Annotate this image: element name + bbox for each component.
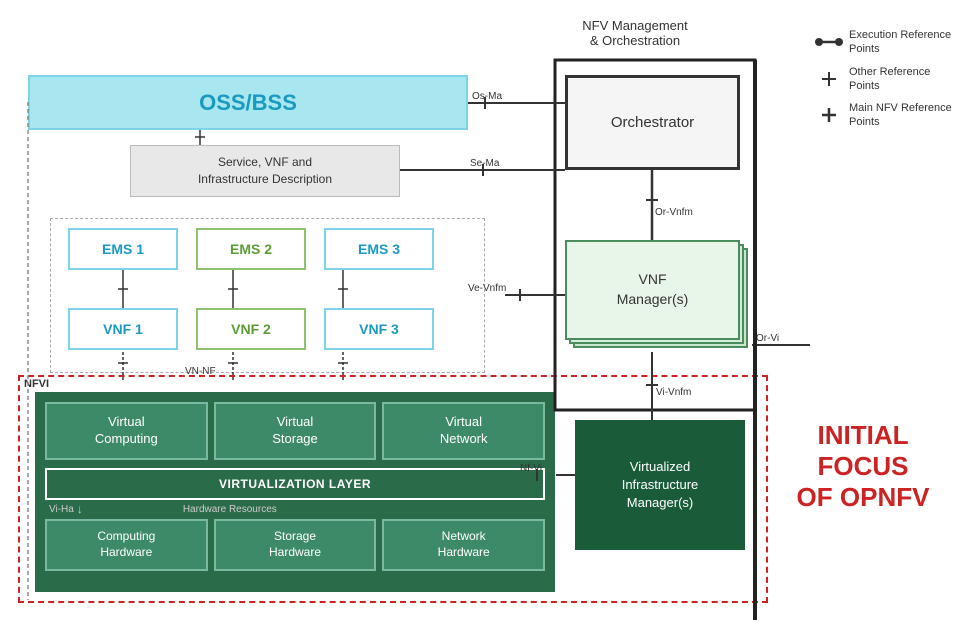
initial-focus-block: INITIAL FOCUS OF OPNFV (778, 420, 948, 514)
main-nfv-icon (815, 106, 843, 124)
virtual-row: Virtual Computing Virtual Storage Virtua… (45, 402, 545, 460)
nfvi-label: NFVI (24, 378, 49, 390)
nfvi-inner: Virtual Computing Virtual Storage Virtua… (35, 392, 555, 592)
svg-text:Se-Ma: Se-Ma (470, 158, 500, 169)
legend: Execution Reference Points Other Referen… (815, 28, 960, 138)
vi-ha-arrow: ↓ (77, 502, 83, 516)
service-vnf-label: Service, VNF and Infrastructure Descript… (198, 154, 332, 188)
ems-row: EMS 1 EMS 2 EMS 3 (68, 228, 468, 270)
virtual-storage-box: Virtual Storage (214, 402, 377, 460)
virtual-computing-box: Virtual Computing (45, 402, 208, 460)
computing-hardware-box: Computing Hardware (45, 519, 208, 571)
vnf-mgr-label: VNF Manager(s) (617, 270, 689, 309)
oss-bss-block: OSS/BSS (28, 75, 468, 130)
initial-focus-line2: FOCUS (778, 451, 948, 482)
vnf2-box: VNF 2 (196, 308, 306, 350)
vn-nf-label: VN-NF (185, 366, 216, 377)
legend-other-label: Other Reference Points (849, 65, 960, 94)
vnf-row: VNF 1 VNF 2 VNF 3 (68, 308, 468, 350)
legend-main: Main NFV Reference Points (815, 101, 960, 130)
svg-text:Os-Ma: Os-Ma (472, 91, 502, 102)
legend-main-label: Main NFV Reference Points (849, 101, 960, 130)
orchestrator-block: Orchestrator (565, 75, 740, 170)
storage-hardware-box: Storage Hardware (214, 519, 377, 571)
ems2-box: EMS 2 (196, 228, 306, 270)
legend-exec: Execution Reference Points (815, 28, 960, 57)
virtual-network-box: Virtual Network (382, 402, 545, 460)
svg-text:Or-Vi: Or-Vi (756, 333, 779, 344)
service-vnf-block: Service, VNF and Infrastructure Descript… (130, 145, 400, 197)
legend-other: Other Reference Points (815, 65, 960, 94)
initial-focus-line3: OF OPNFV (778, 482, 948, 513)
exec-icon (815, 36, 843, 48)
initial-focus-line1: INITIAL (778, 420, 948, 451)
virtualization-layer: VIRTUALIZATION LAYER (45, 468, 545, 500)
ems1-box: EMS 1 (68, 228, 178, 270)
vnf1-box: VNF 1 (68, 308, 178, 350)
nfv-mgmt-title: NFV Management & Orchestration (555, 18, 715, 48)
hw-resources-label: Hardware Resources (183, 504, 277, 515)
network-hardware-box: Network Hardware (382, 519, 545, 571)
svg-text:Or-Vnfm: Or-Vnfm (655, 207, 693, 218)
diagram-container: NFV Management & Orchestration OSS/BSS S… (0, 0, 972, 635)
vnf3-box: VNF 3 (324, 308, 434, 350)
oss-bss-label: OSS/BSS (199, 90, 297, 116)
vi-ha-label: Vi-Ha (49, 504, 74, 515)
legend-exec-label: Execution Reference Points (849, 28, 960, 57)
vim-block: Virtualized Infrastructure Manager(s) (575, 420, 745, 550)
vnf-mgr-card-front: VNF Manager(s) (565, 240, 740, 340)
ems3-box: EMS 3 (324, 228, 434, 270)
other-icon (815, 70, 843, 88)
hw-row: Computing Hardware Storage Hardware Netw… (45, 519, 545, 571)
